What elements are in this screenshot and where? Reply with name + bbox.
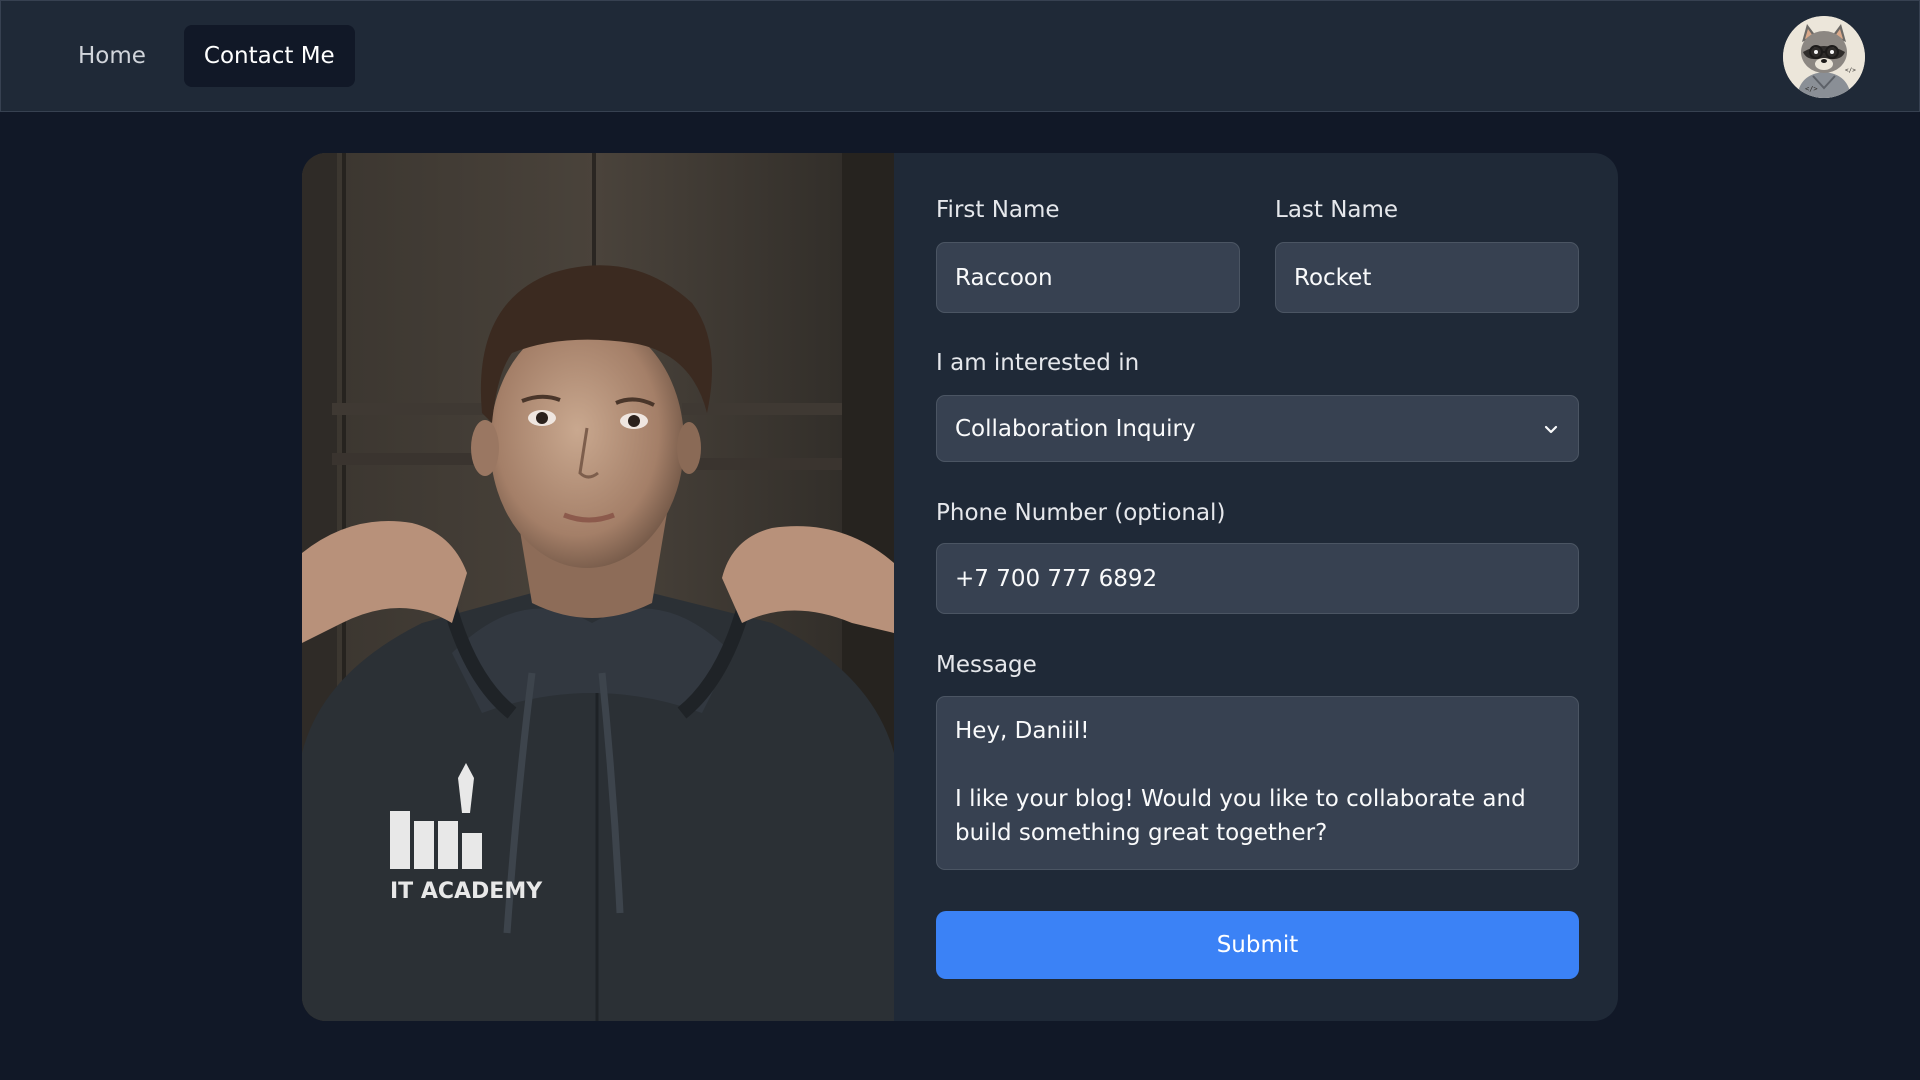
interest-select[interactable]: Collaboration Inquiry [936, 395, 1579, 462]
profile-photo-graphic: IT ACADEMY [302, 153, 894, 1021]
first-name-label: First Name [936, 197, 1060, 223]
last-name-input[interactable] [1275, 242, 1579, 313]
nav-contact-link[interactable]: Contact Me [183, 25, 355, 87]
first-name-input[interactable] [936, 242, 1240, 313]
submit-button[interactable]: Submit [936, 911, 1579, 979]
phone-input[interactable] [936, 543, 1579, 614]
profile-photo: IT ACADEMY [302, 153, 894, 1021]
interest-select-value: Collaboration Inquiry [955, 415, 1196, 442]
contact-card: IT ACADEMY First Name Last Name I am int… [302, 153, 1618, 1021]
svg-text:</>: </> [1845, 67, 1856, 74]
interest-label: I am interested in [936, 350, 1140, 376]
top-navbar: Home Contact Me </> </> [0, 0, 1920, 112]
raccoon-avatar-icon[interactable]: </> </> [1783, 16, 1865, 98]
message-label: Message [936, 652, 1037, 678]
raccoon-avatar-graphic: </> </> [1783, 16, 1865, 98]
phone-label: Phone Number (optional) [936, 500, 1226, 526]
svg-text:IT ACADEMY: IT ACADEMY [390, 879, 543, 904]
last-name-label: Last Name [1275, 197, 1399, 223]
message-textarea[interactable]: Hey, Daniil! I like your blog! Would you… [936, 696, 1579, 870]
nav-links: Home Contact Me [58, 25, 355, 87]
nav-home-link[interactable]: Home [58, 25, 166, 87]
chevron-down-icon [1544, 425, 1558, 433]
svg-text:</>: </> [1805, 85, 1818, 93]
